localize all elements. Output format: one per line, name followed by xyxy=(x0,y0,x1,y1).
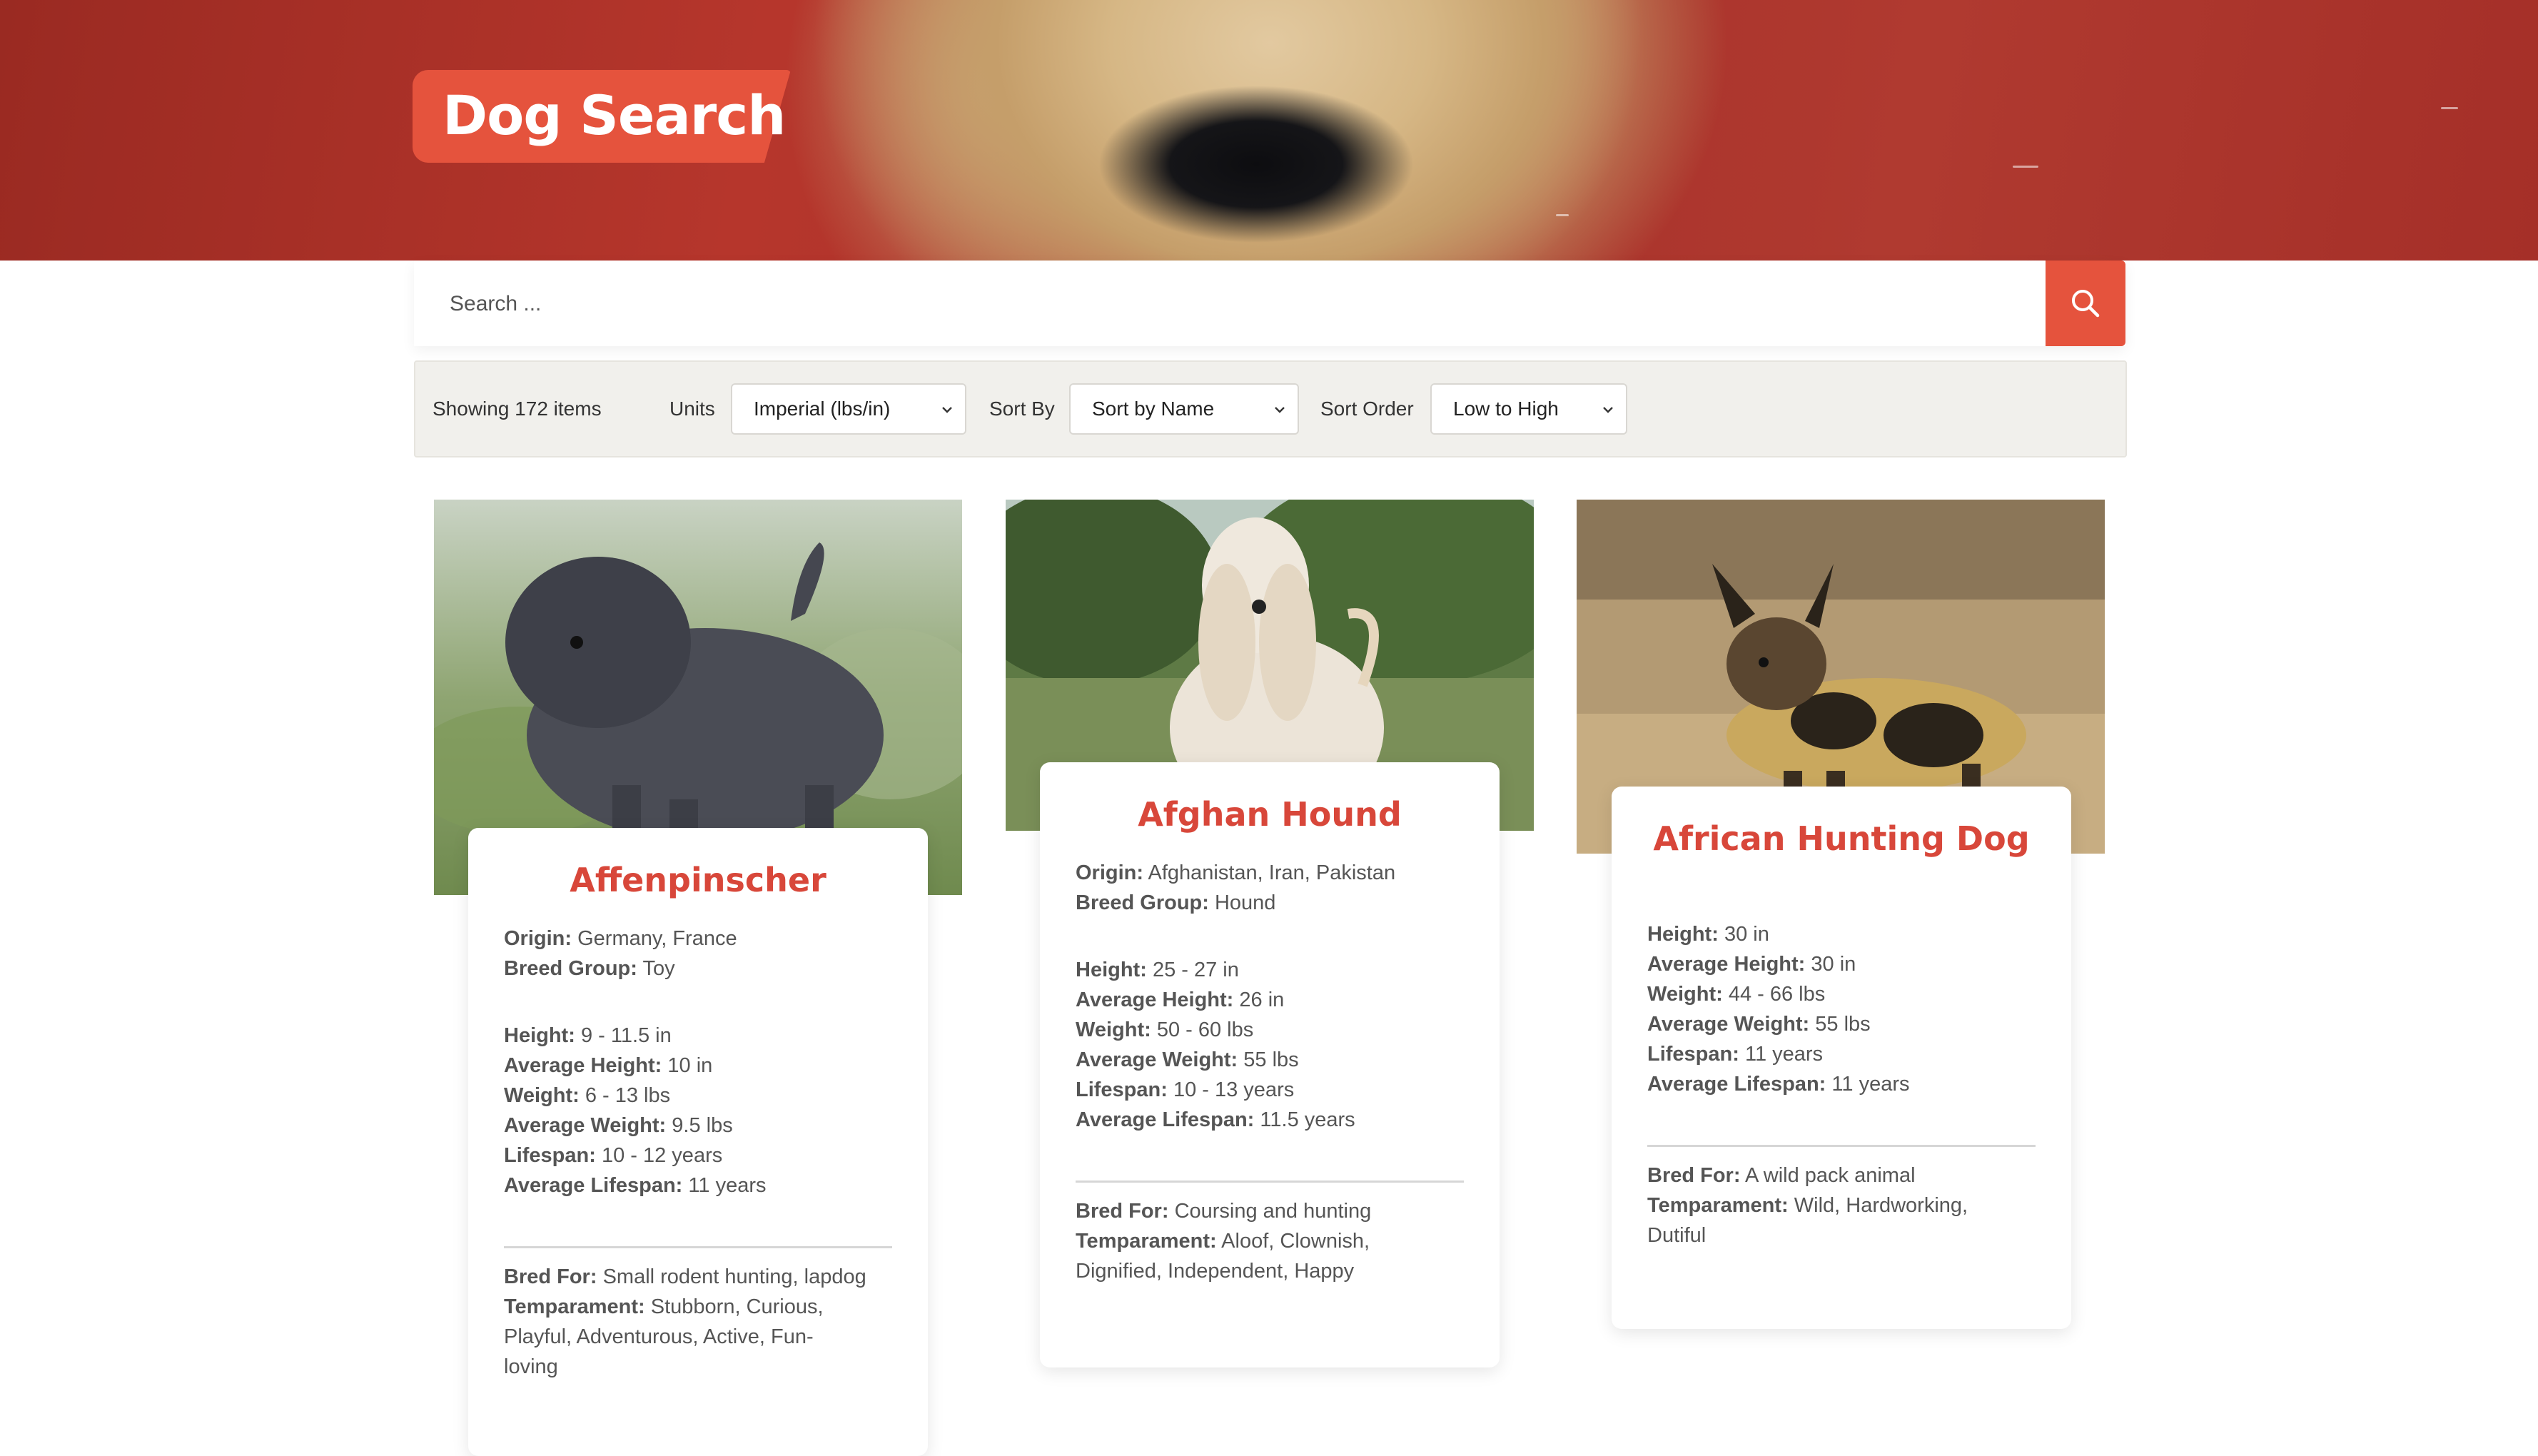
sort-by-select[interactable]: Sort by Name xyxy=(1069,383,1299,435)
weight-row: Weight: 6 - 13 lbs xyxy=(504,1084,671,1107)
dog-name: Affenpinscher xyxy=(570,861,826,899)
page-title: Dog Search xyxy=(443,84,786,147)
chevron-down-icon xyxy=(1275,407,1285,413)
sort-by-select-value: Sort by Name xyxy=(1092,398,1215,420)
origin-row: Origin: Germany, France xyxy=(504,927,737,950)
result-count: Showing 172 items xyxy=(433,398,602,420)
lifespan-row: Lifespan: 10 - 13 years xyxy=(1076,1078,1295,1101)
avg-lifespan-row: Average Lifespan: 11 years xyxy=(504,1174,767,1197)
height-row: Height: 25 - 27 in xyxy=(1076,959,1239,981)
divider xyxy=(504,1246,892,1248)
avg-lifespan-row: Average Lifespan: 11.5 years xyxy=(1076,1108,1355,1131)
bred-for-row: Bred For: Small rodent hunting, lapdog xyxy=(504,1265,866,1288)
lifespan-row: Lifespan: 11 years xyxy=(1647,1043,1824,1066)
avg-lifespan-row: Average Lifespan: 11 years xyxy=(1647,1073,1910,1096)
units-select-value: Imperial (lbs/in) xyxy=(754,398,891,420)
height-row: Height: 30 in xyxy=(1647,923,1769,946)
dog-card[interactable]: African Hunting Dog Height: 30 in Averag… xyxy=(1612,787,2071,1329)
sort-by-label: Sort By xyxy=(989,398,1055,420)
search-icon xyxy=(2072,290,2100,318)
units-label: Units xyxy=(669,398,715,420)
avg-height-row: Average Height: 30 in xyxy=(1647,953,1856,976)
dog-card[interactable]: Affenpinscher Origin: Germany, France Br… xyxy=(468,828,928,1456)
temperament-row: Temparament: Wild, Hardworking, Dutiful xyxy=(1647,1194,1968,1247)
hero-banner: Dog Search xyxy=(0,0,2538,261)
bred-for-row: Bred For: Coursing and hunting xyxy=(1076,1200,1372,1223)
sort-order-select-value: Low to High xyxy=(1453,398,1559,420)
chevron-down-icon xyxy=(1603,407,1613,413)
lifespan-row: Lifespan: 10 - 12 years xyxy=(504,1144,723,1167)
avg-weight-row: Average Weight: 9.5 lbs xyxy=(504,1114,733,1137)
avg-height-row: Average Height: 26 in xyxy=(1076,989,1285,1011)
origin-row: Origin: Afghanistan, Iran, Pakistan xyxy=(1076,861,1396,884)
dog-name: Afghan Hound xyxy=(1138,795,1402,834)
chevron-down-icon xyxy=(942,407,952,413)
divider xyxy=(1076,1181,1464,1183)
units-select[interactable]: Imperial (lbs/in) xyxy=(731,383,966,435)
weight-row: Weight: 50 - 60 lbs xyxy=(1076,1018,1254,1041)
temperament-row: Temparament: Aloof, Clownish, Dignified, … xyxy=(1076,1230,1370,1283)
search-bar xyxy=(414,261,2125,348)
bred-for-row: Bred For: A wild pack animal xyxy=(1647,1164,1916,1187)
dog-card[interactable]: Afghan Hound Origin: Afghanistan, Iran, … xyxy=(1040,762,1500,1367)
search-button[interactable] xyxy=(2046,261,2125,346)
breed-group-row: Breed Group: Toy xyxy=(504,957,675,980)
temperament-row: Temparament: Stubborn, Curious, Playful, … xyxy=(504,1295,824,1378)
sort-order-label: Sort Order xyxy=(1320,398,1414,420)
filter-bar: Showing 172 items Units Imperial (lbs/in… xyxy=(414,360,2127,457)
sort-order-select[interactable]: Low to High xyxy=(1430,383,1627,435)
avg-height-row: Average Height: 10 in xyxy=(504,1054,713,1077)
avg-weight-row: Average Weight: 55 lbs xyxy=(1076,1048,1299,1071)
weight-row: Weight: 44 - 66 lbs xyxy=(1647,983,1826,1006)
dog-name: African Hunting Dog xyxy=(1653,819,2030,858)
breed-group-row: Breed Group: Hound xyxy=(1076,891,1276,914)
divider xyxy=(1647,1145,2036,1147)
avg-weight-row: Average Weight: 55 lbs xyxy=(1647,1013,1871,1036)
search-input[interactable] xyxy=(448,261,2021,348)
height-row: Height: 9 - 11.5 in xyxy=(504,1024,672,1047)
